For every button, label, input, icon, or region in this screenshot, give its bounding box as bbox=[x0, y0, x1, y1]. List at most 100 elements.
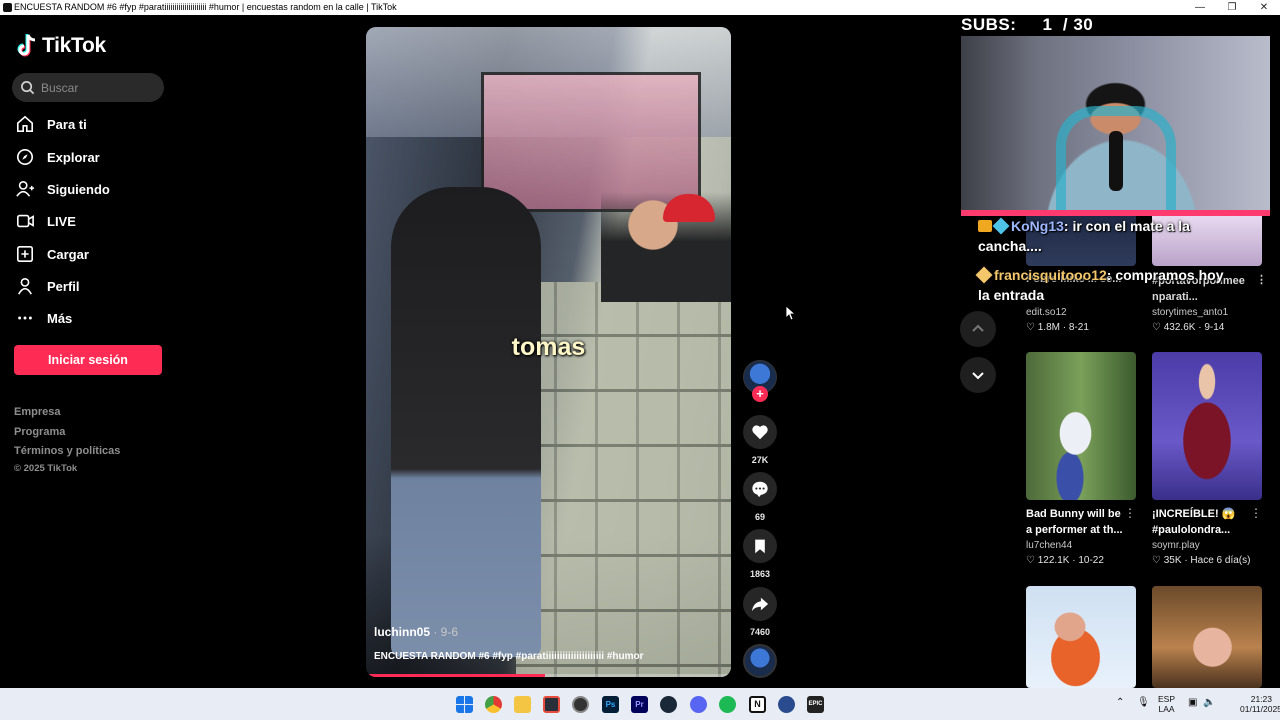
card-title-line2[interactable]: a performer at th... bbox=[1026, 522, 1126, 538]
share-count: 7460 bbox=[749, 627, 771, 637]
login-button[interactable]: Iniciar sesión bbox=[14, 345, 162, 375]
save-count: 1863 bbox=[749, 569, 771, 579]
chat-text: : ir con el mate a la cancha.... bbox=[978, 218, 1190, 254]
gem-badge-icon bbox=[992, 217, 1010, 235]
sidebar: TikTok Para ti Explorar Siguiendo LIVE C… bbox=[0, 15, 180, 688]
premiere-icon[interactable]: Pr bbox=[631, 696, 648, 713]
clock[interactable]: 21:23 01/11/2025 bbox=[1240, 694, 1280, 714]
chat-message: KoNg13: ir con el mate a la cancha.... bbox=[978, 216, 1218, 256]
card-user[interactable]: storytimes_anto1 bbox=[1152, 307, 1228, 318]
like-action[interactable]: 27K bbox=[743, 415, 777, 465]
nav-item-cargar[interactable]: Cargar bbox=[16, 241, 89, 267]
language-code: ESP bbox=[1158, 694, 1176, 704]
video-frame-person bbox=[391, 187, 541, 657]
creator-avatar-action[interactable]: + bbox=[743, 360, 777, 402]
card-title-line2[interactable]: #paulolondra... bbox=[1152, 522, 1252, 538]
chevron-down-icon bbox=[972, 372, 984, 380]
volume-icon[interactable]: 🔈 bbox=[1203, 697, 1215, 708]
nav-item-mas[interactable]: Más bbox=[16, 305, 72, 331]
card-stats: ♡ 432.6K · 9-14 bbox=[1152, 322, 1225, 333]
video-player[interactable]: tomas luchinn05 · 9-6 ENCUESTA RANDOM #6… bbox=[366, 27, 731, 677]
comment-icon bbox=[752, 481, 768, 498]
close-window-button[interactable]: ✕ bbox=[1248, 0, 1280, 15]
like-count: 27K bbox=[751, 455, 769, 465]
video-description[interactable]: ENCUESTA RANDOM #6 #fyp #paratiiiiiiiiii… bbox=[374, 651, 644, 662]
compass-icon bbox=[16, 148, 34, 166]
nav-label: Para ti bbox=[47, 116, 87, 132]
video-card[interactable]: Bad Bunny will be a performer at th... ⋮… bbox=[1026, 352, 1136, 566]
heart-icon bbox=[752, 425, 768, 440]
search-icon bbox=[21, 81, 35, 95]
nav-item-live[interactable]: LIVE bbox=[16, 208, 76, 234]
clock-date: 01/11/2025 bbox=[1240, 704, 1280, 714]
tray-chevron-icon[interactable]: ⌃ bbox=[1116, 697, 1124, 708]
card-thumbnail[interactable] bbox=[1026, 586, 1136, 688]
spotify-icon[interactable] bbox=[719, 696, 736, 713]
footer-link-empresa[interactable]: Empresa bbox=[14, 406, 60, 418]
photoshop-icon[interactable]: Ps bbox=[602, 696, 619, 713]
card-stats: ♡ 1.8M · 8-21 bbox=[1026, 322, 1089, 333]
save-action[interactable]: 1863 bbox=[743, 529, 777, 579]
minimize-button[interactable]: — bbox=[1184, 0, 1216, 15]
app-icon[interactable] bbox=[778, 696, 795, 713]
video-card[interactable] bbox=[1026, 586, 1136, 688]
file-explorer-icon[interactable] bbox=[514, 696, 531, 713]
nav-label: Más bbox=[47, 310, 73, 326]
save-button[interactable] bbox=[743, 529, 777, 563]
card-thumbnail[interactable] bbox=[1152, 352, 1262, 500]
like-button[interactable] bbox=[743, 415, 777, 449]
card-title[interactable]: Bad Bunny will be bbox=[1026, 506, 1126, 522]
search-box[interactable] bbox=[12, 73, 164, 102]
follow-plus-icon[interactable]: + bbox=[752, 386, 768, 402]
following-icon bbox=[16, 180, 34, 197]
discord-icon[interactable] bbox=[690, 696, 707, 713]
card-thumbnail[interactable] bbox=[1152, 586, 1262, 688]
language-indicator[interactable]: ESP LAA bbox=[1158, 694, 1175, 714]
video-progress-bar[interactable] bbox=[366, 674, 731, 677]
network-icon[interactable]: ▣ bbox=[1188, 697, 1197, 708]
nav-item-perfil[interactable]: Perfil bbox=[16, 273, 80, 299]
card-user[interactable]: edit.so12 bbox=[1026, 307, 1067, 318]
notion-icon[interactable]: N bbox=[749, 696, 766, 713]
footer-link-terminos[interactable]: Términos y políticas bbox=[14, 445, 120, 457]
footer-link-programa[interactable]: Programa bbox=[14, 426, 65, 438]
card-user[interactable]: soymr.play bbox=[1152, 540, 1262, 551]
restore-button[interactable]: ❐ bbox=[1216, 0, 1248, 15]
steam-icon[interactable] bbox=[660, 696, 677, 713]
previous-video-button[interactable] bbox=[960, 311, 996, 347]
card-more-icon[interactable]: ⋮ bbox=[1124, 506, 1136, 520]
video-card[interactable]: ¡INCREÍBLE! 😱 #paulolondra... ⋮ soymr.pl… bbox=[1152, 352, 1262, 566]
video-card[interactable] bbox=[1152, 586, 1262, 688]
epic-games-icon[interactable]: EPIC bbox=[807, 696, 824, 713]
obs-icon[interactable] bbox=[572, 696, 589, 713]
screen-capture-icon[interactable] bbox=[543, 696, 560, 713]
card-more-icon[interactable]: ⋮ bbox=[1250, 506, 1262, 520]
tiktok-logo[interactable]: TikTok bbox=[16, 33, 106, 59]
comment-count: 69 bbox=[754, 512, 765, 522]
bookmark-icon bbox=[755, 539, 765, 554]
keyboard-layout: LAA bbox=[1158, 704, 1175, 714]
video-author[interactable]: luchinn05 · 9-6 bbox=[374, 625, 458, 639]
comment-button[interactable] bbox=[743, 472, 777, 506]
windows-start-icon[interactable] bbox=[456, 696, 473, 713]
card-thumbnail[interactable] bbox=[1026, 352, 1136, 500]
next-video-button[interactable] bbox=[960, 357, 996, 393]
chat-user: francisquitooo12 bbox=[994, 267, 1107, 283]
share-action[interactable]: 7460 bbox=[743, 587, 777, 637]
share-button[interactable] bbox=[743, 587, 777, 621]
home-icon bbox=[16, 115, 34, 133]
microphone-tray-icon[interactable]: 🎙 bbox=[1137, 697, 1150, 708]
comment-action[interactable]: 69 bbox=[743, 472, 777, 522]
more-icon bbox=[18, 316, 32, 320]
search-input[interactable] bbox=[41, 80, 151, 95]
nav-item-para-ti[interactable]: Para ti bbox=[16, 111, 87, 137]
card-more-icon[interactable]: ⋮ bbox=[1256, 273, 1267, 286]
nav-item-explorar[interactable]: Explorar bbox=[16, 144, 100, 170]
card-user[interactable]: lu7chen44 bbox=[1026, 540, 1136, 551]
sound-avatar[interactable] bbox=[743, 644, 777, 678]
chrome-icon[interactable] bbox=[485, 696, 502, 713]
sub-badge-icon bbox=[978, 220, 992, 232]
nav-item-siguiendo[interactable]: Siguiendo bbox=[16, 176, 110, 202]
card-title[interactable]: ¡INCREÍBLE! 😱 bbox=[1152, 506, 1252, 522]
author-name[interactable]: luchinn05 bbox=[374, 625, 430, 639]
